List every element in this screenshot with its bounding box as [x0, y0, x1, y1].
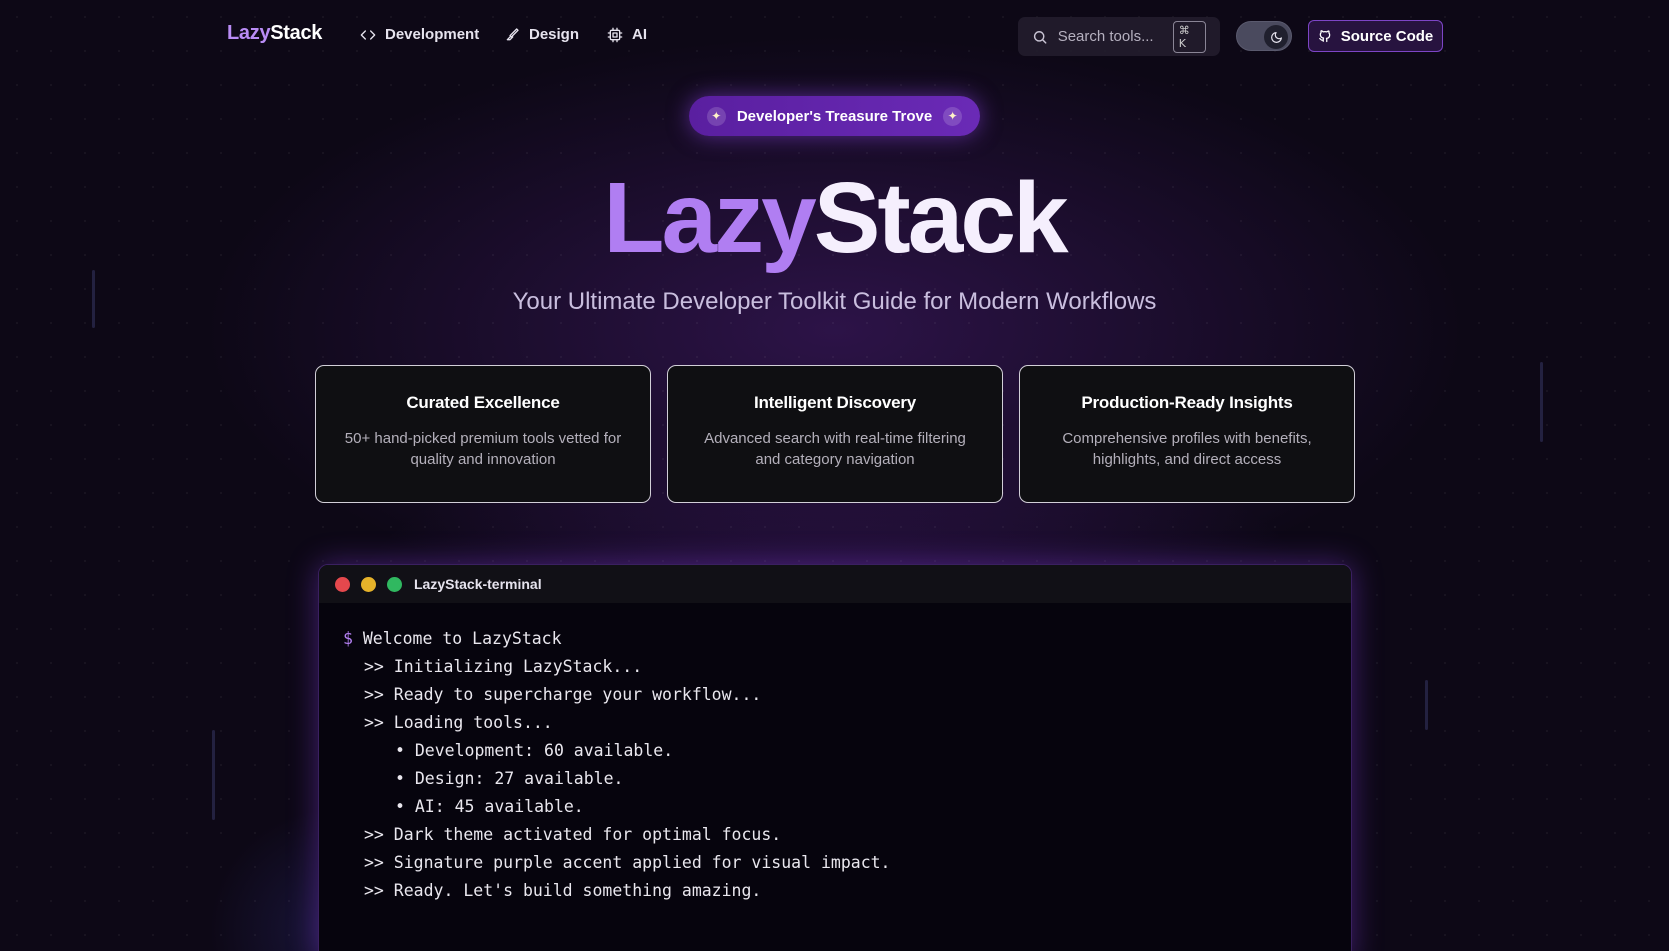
terminal-line: >> Ready to supercharge your workflow... — [364, 685, 762, 704]
feature-card-curated: Curated Excellence 50+ hand-picked premi… — [315, 365, 651, 503]
terminal-line: • Development: 60 available. — [395, 741, 674, 760]
nav-ai[interactable]: AI — [607, 26, 647, 43]
close-window-dot[interactable] — [335, 576, 350, 592]
search-shortcut-badge: ⌘ K — [1172, 20, 1206, 53]
terminal-output: $ Welcome to LazyStack >> Initializing L… — [319, 603, 1351, 927]
feature-title: Curated Excellence — [406, 393, 560, 412]
nav-label: Development — [385, 26, 480, 43]
background-streak — [1425, 680, 1428, 730]
terminal-title: LazyStack-terminal — [414, 576, 542, 592]
hero-badge-label: Developer's Treasure Trove — [736, 107, 933, 125]
terminal-command: Welcome to LazyStack — [362, 629, 562, 648]
feature-title: Production-Ready Insights — [1081, 393, 1293, 412]
hero-title: LazyStack — [0, 158, 1669, 278]
terminal-line: >> Loading tools... — [364, 713, 553, 732]
source-code-label: Source Code — [1340, 27, 1434, 45]
terminal-line: >> Signature purple accent applied for v… — [364, 853, 891, 872]
hero-subtitle: Your Ultimate Developer Toolkit Guide fo… — [512, 288, 1157, 315]
minimize-window-dot[interactable] — [361, 576, 376, 592]
feature-card-insights: Production-Ready Insights Comprehensive … — [1019, 365, 1355, 503]
terminal-window: LazyStack-terminal $ Welcome to LazyStac… — [318, 564, 1352, 951]
feature-card-discovery: Intelligent Discovery Advanced search wi… — [667, 365, 1003, 503]
sparkle-icon: ✦ — [943, 106, 963, 126]
nav-development[interactable]: Development — [360, 26, 479, 43]
toggle-knob — [1264, 25, 1288, 49]
feature-title: Intelligent Discovery — [753, 393, 917, 412]
feature-description: Comprehensive profiles with benefits, hi… — [1062, 430, 1312, 468]
hero-title-stack: Stack — [813, 162, 1069, 274]
top-navigation: LazyStack Development Design AI ⌘ K Sour… — [0, 0, 1669, 72]
terminal-line: • Design: 27 available. — [395, 769, 624, 788]
search-icon — [1033, 30, 1047, 44]
terminal-line: >> Initializing LazyStack... — [364, 657, 643, 676]
terminal-titlebar: LazyStack-terminal — [319, 565, 1351, 603]
search-input[interactable] — [1057, 28, 1163, 45]
code-icon — [360, 29, 376, 40]
terminal-line: >> Ready. Let's build something amazing. — [364, 881, 762, 900]
terminal-line: >> Dark theme activated for optimal focu… — [364, 825, 782, 844]
terminal-command-line: $ Welcome to LazyStack — [343, 625, 1327, 653]
nav-label: Design — [529, 26, 580, 43]
github-icon — [1318, 30, 1331, 43]
search-box[interactable]: ⌘ K — [1018, 17, 1220, 56]
cpu-icon — [607, 27, 623, 42]
logo-part-lazy: Lazy — [227, 22, 271, 44]
maximize-window-dot[interactable] — [387, 576, 402, 592]
hero-badge: ✦ Developer's Treasure Trove ✦ — [689, 96, 980, 136]
nav-design[interactable]: Design — [504, 26, 579, 43]
feature-description: Advanced search with real-time filtering… — [704, 430, 966, 468]
nav-label: AI — [632, 26, 647, 43]
background-streak — [212, 730, 215, 820]
feature-description: 50+ hand-picked premium tools vetted for… — [344, 430, 622, 468]
theme-toggle[interactable] — [1236, 21, 1292, 51]
terminal-prompt: $ — [343, 629, 353, 648]
logo-part-stack: Stack — [270, 22, 323, 44]
brush-icon — [506, 27, 519, 40]
brand-logo[interactable]: LazyStack — [227, 22, 322, 45]
moon-icon — [1270, 31, 1282, 43]
source-code-button[interactable]: Source Code — [1308, 20, 1443, 52]
terminal-line: • AI: 45 available. — [395, 797, 584, 816]
hero-title-lazy: Lazy — [603, 162, 816, 274]
background-streak — [1540, 362, 1543, 442]
sparkle-icon: ✦ — [706, 106, 726, 126]
